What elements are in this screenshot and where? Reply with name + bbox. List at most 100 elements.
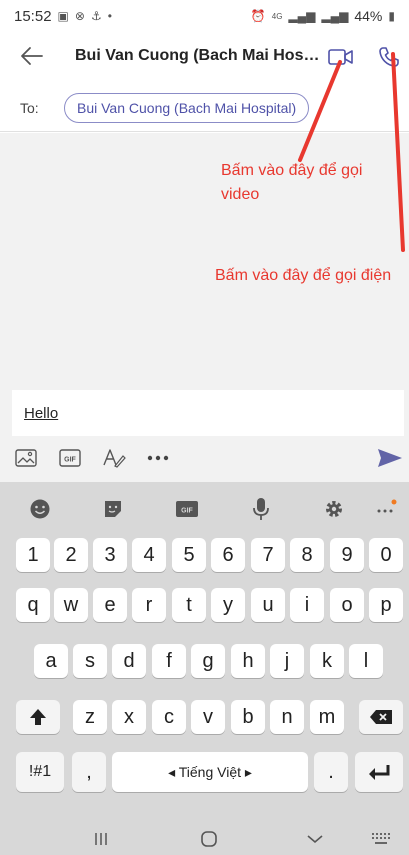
key-n[interactable]: n bbox=[270, 700, 304, 734]
phone-icon bbox=[379, 47, 399, 67]
alarm-icon: ⏰ bbox=[250, 9, 266, 23]
key-6[interactable]: 6 bbox=[211, 538, 245, 572]
key-i[interactable]: i bbox=[290, 588, 324, 622]
gif-icon: GIF bbox=[59, 449, 81, 467]
recipient-chip[interactable]: Bui Van Cuong (Bach Mai Hospital) bbox=[64, 93, 310, 123]
microphone-icon bbox=[253, 498, 269, 520]
more-dots-icon bbox=[377, 499, 397, 513]
keyboard-settings-key[interactable] bbox=[321, 496, 347, 522]
key-8[interactable]: 8 bbox=[290, 538, 324, 572]
number-row: 1 2 3 4 5 6 7 8 9 0 bbox=[0, 538, 409, 578]
key-3[interactable]: 3 bbox=[93, 538, 127, 572]
key-x[interactable]: x bbox=[112, 700, 146, 734]
svg-text:GIF: GIF bbox=[64, 457, 76, 464]
key-e[interactable]: e bbox=[93, 588, 127, 622]
key-c[interactable]: c bbox=[152, 700, 186, 734]
video-call-button[interactable] bbox=[326, 42, 356, 72]
battery-icon: ▮ bbox=[388, 9, 395, 23]
recipient-row: To: Bui Van Cuong (Bach Mai Hospital) bbox=[0, 84, 409, 132]
keyboard-icon bbox=[372, 833, 390, 844]
hide-keyboard-button[interactable] bbox=[300, 826, 330, 852]
key-7[interactable]: 7 bbox=[251, 538, 285, 572]
key-1[interactable]: 1 bbox=[16, 538, 50, 572]
signal-2-icon: ▂▄▆ bbox=[321, 9, 349, 23]
key-m[interactable]: m bbox=[310, 700, 344, 734]
key-l[interactable]: l bbox=[349, 644, 383, 678]
back-button[interactable] bbox=[16, 40, 48, 72]
key-2[interactable]: 2 bbox=[54, 538, 88, 572]
key-0[interactable]: 0 bbox=[369, 538, 403, 572]
letter-row-1: q w e r t y u i o p bbox=[0, 588, 409, 628]
audio-call-annotation: Bấm vào đây để gọi điện bbox=[215, 267, 392, 284]
key-o[interactable]: o bbox=[330, 588, 364, 622]
more-options-button[interactable] bbox=[144, 444, 172, 472]
keyboard-more-key[interactable] bbox=[373, 496, 399, 522]
battery-level: 44% bbox=[354, 8, 383, 24]
key-5[interactable]: 5 bbox=[172, 538, 206, 572]
keyboard-toolbar: GIF bbox=[0, 482, 409, 534]
more-dots-icon bbox=[147, 455, 169, 461]
audio-call-button[interactable] bbox=[374, 42, 404, 72]
shift-key[interactable] bbox=[16, 700, 60, 734]
compose-area: GIF bbox=[0, 388, 409, 482]
letter-row-3: z x c v b n m bbox=[0, 700, 409, 740]
key-w[interactable]: w bbox=[54, 588, 88, 622]
format-text-button[interactable] bbox=[100, 444, 128, 472]
on-screen-keyboard: GIF 1 2 3 4 5 6 7 8 9 0 q w e r t y u i … bbox=[0, 482, 409, 822]
key-s[interactable]: s bbox=[73, 644, 107, 678]
send-button[interactable] bbox=[376, 444, 404, 472]
key-t[interactable]: t bbox=[172, 588, 206, 622]
signal-icon: ▂▄▆ bbox=[288, 9, 316, 23]
key-y[interactable]: y bbox=[211, 588, 245, 622]
voice-input-key[interactable] bbox=[248, 496, 274, 522]
period-key[interactable]: . bbox=[314, 752, 348, 792]
system-navigation-bar bbox=[0, 822, 409, 855]
status-bar: 15:52 ▣ ⊗ ⚓ • ⏰ 4G ▂▄▆ ▂▄▆ 44% ▮ bbox=[0, 0, 409, 32]
key-a[interactable]: a bbox=[34, 644, 68, 678]
key-p[interactable]: p bbox=[369, 588, 403, 622]
key-g[interactable]: g bbox=[191, 644, 225, 678]
enter-key[interactable] bbox=[355, 752, 403, 792]
keyboard-switch-button[interactable] bbox=[366, 826, 396, 852]
symbols-key[interactable]: !#1 bbox=[16, 752, 64, 792]
letter-row-2: a s d f g h j k l bbox=[0, 644, 409, 684]
home-button[interactable] bbox=[194, 826, 224, 852]
video-camera-icon bbox=[328, 49, 353, 65]
key-9[interactable]: 9 bbox=[330, 538, 364, 572]
key-4[interactable]: 4 bbox=[132, 538, 166, 572]
gallery-notification-icon: ▣ bbox=[57, 9, 69, 23]
smiley-icon bbox=[30, 499, 50, 519]
key-z[interactable]: z bbox=[73, 700, 107, 734]
usb-notification-icon: ⚓ bbox=[90, 9, 102, 23]
home-icon bbox=[201, 831, 217, 847]
recent-apps-button[interactable] bbox=[86, 826, 116, 852]
key-q[interactable]: q bbox=[16, 588, 50, 622]
text-format-icon bbox=[103, 449, 126, 468]
key-f[interactable]: f bbox=[152, 644, 186, 678]
key-k[interactable]: k bbox=[310, 644, 344, 678]
key-h[interactable]: h bbox=[231, 644, 265, 678]
more-notifications-icon: • bbox=[107, 9, 112, 23]
key-r[interactable]: r bbox=[132, 588, 166, 622]
svg-text:GIF: GIF bbox=[181, 508, 193, 515]
sticker-key[interactable] bbox=[100, 496, 126, 522]
key-u[interactable]: u bbox=[251, 588, 285, 622]
status-time: 15:52 bbox=[14, 7, 52, 25]
emoji-key[interactable] bbox=[27, 496, 53, 522]
attach-image-button[interactable] bbox=[12, 444, 40, 472]
key-b[interactable]: b bbox=[231, 700, 265, 734]
to-label: To: bbox=[20, 100, 39, 116]
gif-button[interactable]: GIF bbox=[56, 444, 84, 472]
message-input[interactable] bbox=[12, 390, 404, 436]
key-v[interactable]: v bbox=[191, 700, 225, 734]
send-icon bbox=[378, 449, 402, 467]
chat-header: Bui Van Cuong (Bach Mai Hospital) bbox=[0, 32, 409, 84]
gif-key[interactable]: GIF bbox=[174, 496, 200, 522]
network-type: 4G bbox=[271, 11, 283, 21]
key-d[interactable]: d bbox=[112, 644, 146, 678]
space-key[interactable]: ◂ Tiếng Việt ▸ bbox=[112, 752, 308, 792]
comma-key[interactable]: , bbox=[72, 752, 106, 792]
key-j[interactable]: j bbox=[270, 644, 304, 678]
backspace-key[interactable] bbox=[359, 700, 403, 734]
video-call-annotation: Bấm vào đây để gọi video bbox=[221, 162, 363, 203]
